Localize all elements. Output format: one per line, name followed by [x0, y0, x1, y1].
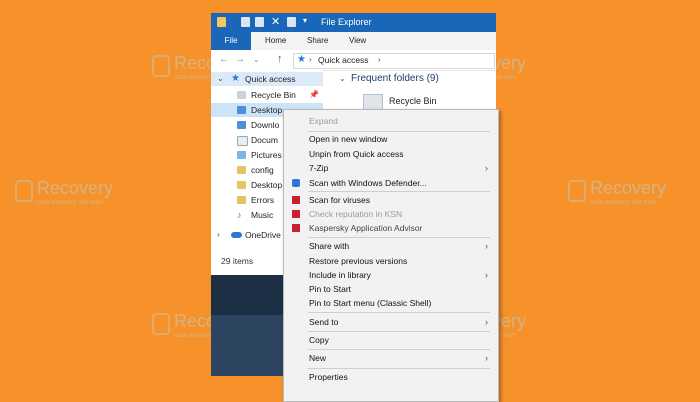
- menu-item-pin-start-classic[interactable]: Pin to Start menu (Classic Shell): [284, 296, 498, 310]
- menu-separator: [308, 191, 490, 192]
- menu-item-share-with[interactable]: Share with ›: [284, 239, 498, 253]
- documents-icon: [237, 136, 248, 146]
- nav-label: Desktop: [251, 180, 283, 190]
- folder-icon: [237, 181, 246, 189]
- watermark-logo-icon: [15, 180, 33, 202]
- kaspersky-icon: [292, 196, 300, 204]
- watermark-logo-icon: [152, 55, 170, 77]
- watermark-tagline: Data Recovery Việt Nam: [37, 200, 103, 206]
- folder-icon: [237, 196, 246, 204]
- chevron-down-icon[interactable]: ⌄: [339, 74, 346, 83]
- delete-icon[interactable]: ✕: [271, 15, 280, 28]
- path-separator-icon: ›: [309, 55, 312, 64]
- menu-item-check-ksn[interactable]: Check reputation in KSN: [284, 207, 498, 221]
- chevron-down-icon[interactable]: ⌄: [217, 72, 224, 86]
- watermark-tagline: Data Recovery Việt Nam: [590, 200, 656, 206]
- menu-separator: [308, 237, 490, 238]
- address-field[interactable]: ★ › Quick access ›: [293, 53, 495, 69]
- group-header[interactable]: Frequent folders (9): [351, 73, 439, 84]
- rename-icon[interactable]: [287, 17, 296, 27]
- menu-item-7zip[interactable]: 7-Zip ›: [284, 161, 498, 175]
- submenu-arrow-icon: ›: [485, 241, 488, 251]
- watermark: Recovery Data Recovery Việt Nam: [568, 178, 688, 220]
- folder-icon: [237, 166, 246, 174]
- nav-label: OneDrive: [245, 230, 281, 240]
- nav-label: Desktop: [251, 105, 283, 115]
- up-arrow-icon[interactable]: ↑: [277, 53, 283, 65]
- menu-item-open-new-window[interactable]: Open in new window: [284, 132, 498, 146]
- address-path: Quick access: [318, 55, 369, 65]
- menu-separator: [308, 312, 490, 313]
- nav-label: Pictures: [251, 150, 282, 160]
- watermark-logo-icon: [568, 180, 586, 202]
- watermark-brand: Recovery: [590, 178, 667, 198]
- title-bar: ✕ ▾ File Explorer: [211, 13, 496, 32]
- recycle-bin-icon: [237, 91, 246, 99]
- menu-item-unpin[interactable]: Unpin from Quick access: [284, 147, 498, 161]
- menu-item-copy[interactable]: Copy: [284, 333, 498, 347]
- ribbon-tabs: File Home Share View: [211, 32, 496, 51]
- nav-item-recycle-bin[interactable]: Recycle Bin 📌: [211, 88, 323, 102]
- kaspersky-icon: [292, 224, 300, 232]
- menu-item-kaspersky-advisor[interactable]: Kaspersky Application Advisor: [284, 221, 498, 235]
- recent-chevron-icon[interactable]: ⌄: [253, 55, 260, 64]
- tab-share[interactable]: Share: [307, 36, 328, 45]
- menu-item-pin-start[interactable]: Pin to Start: [284, 282, 498, 296]
- nav-label: Music: [251, 210, 274, 220]
- nav-label: Quick access: [245, 74, 296, 84]
- new-folder-icon[interactable]: [255, 17, 264, 27]
- downloads-icon: [237, 121, 246, 129]
- status-item-count: 29 items: [221, 256, 254, 266]
- menu-item-restore-previous[interactable]: Restore previous versions: [284, 254, 498, 268]
- watermark: Recovery Data Recovery Việt Nam: [15, 178, 135, 220]
- menu-item-include-library[interactable]: Include in library ›: [284, 268, 498, 282]
- tab-file[interactable]: File: [211, 32, 251, 50]
- context-menu: Expand Open in new window Unpin from Qui…: [283, 109, 499, 402]
- back-arrow-icon[interactable]: ←: [219, 54, 229, 65]
- submenu-arrow-icon: ›: [485, 270, 488, 280]
- menu-item-new[interactable]: New ›: [284, 351, 498, 365]
- menu-item-scan-viruses[interactable]: Scan for viruses: [284, 193, 498, 207]
- pictures-icon: [237, 151, 246, 159]
- tab-home[interactable]: Home: [265, 36, 286, 45]
- chevron-right-icon[interactable]: ›: [217, 228, 220, 242]
- submenu-arrow-icon: ›: [485, 163, 488, 173]
- submenu-arrow-icon: ›: [485, 317, 488, 327]
- menu-item-send-to[interactable]: Send to ›: [284, 315, 498, 329]
- menu-item-properties[interactable]: Properties: [284, 370, 498, 384]
- menu-separator: [308, 368, 490, 369]
- nav-label: Docum: [251, 135, 278, 145]
- nav-label: Downlo: [251, 120, 280, 130]
- music-icon: ♪: [237, 210, 242, 220]
- properties-icon[interactable]: [241, 17, 250, 27]
- menu-item-expand[interactable]: Expand: [284, 114, 498, 128]
- watermark-brand: Recovery: [37, 178, 114, 198]
- submenu-arrow-icon: ›: [485, 353, 488, 363]
- forward-arrow-icon[interactable]: →: [235, 54, 245, 65]
- chevron-down-icon[interactable]: ▾: [303, 16, 307, 25]
- nav-label: Errors: [251, 195, 275, 205]
- path-separator-icon: ›: [378, 55, 381, 64]
- nav-label: Recycle Bin: [251, 90, 296, 100]
- windows-defender-icon: [292, 179, 300, 187]
- folder-icon[interactable]: [217, 17, 226, 27]
- cloud-icon: [231, 232, 242, 238]
- nav-quick-access[interactable]: ⌄ ★ Quick access: [211, 72, 323, 86]
- menu-separator: [308, 349, 490, 350]
- watermark-logo-icon: [152, 313, 170, 335]
- pin-icon[interactable]: 📌: [309, 88, 319, 102]
- kaspersky-icon: [292, 210, 300, 218]
- desktop-icon: [237, 106, 246, 114]
- quick-access-star-icon: ★: [297, 54, 306, 65]
- star-icon: ★: [231, 73, 240, 84]
- menu-item-scan-defender[interactable]: Scan with Windows Defender...: [284, 176, 498, 190]
- tab-view[interactable]: View: [349, 36, 366, 45]
- folder-tile-label[interactable]: Recycle Bin: [389, 96, 437, 106]
- menu-separator: [308, 331, 490, 332]
- address-bar: ← → ⌄ ↑ ★ › Quick access ›: [211, 50, 496, 71]
- window-title: File Explorer: [321, 17, 372, 27]
- nav-label: config: [251, 165, 274, 175]
